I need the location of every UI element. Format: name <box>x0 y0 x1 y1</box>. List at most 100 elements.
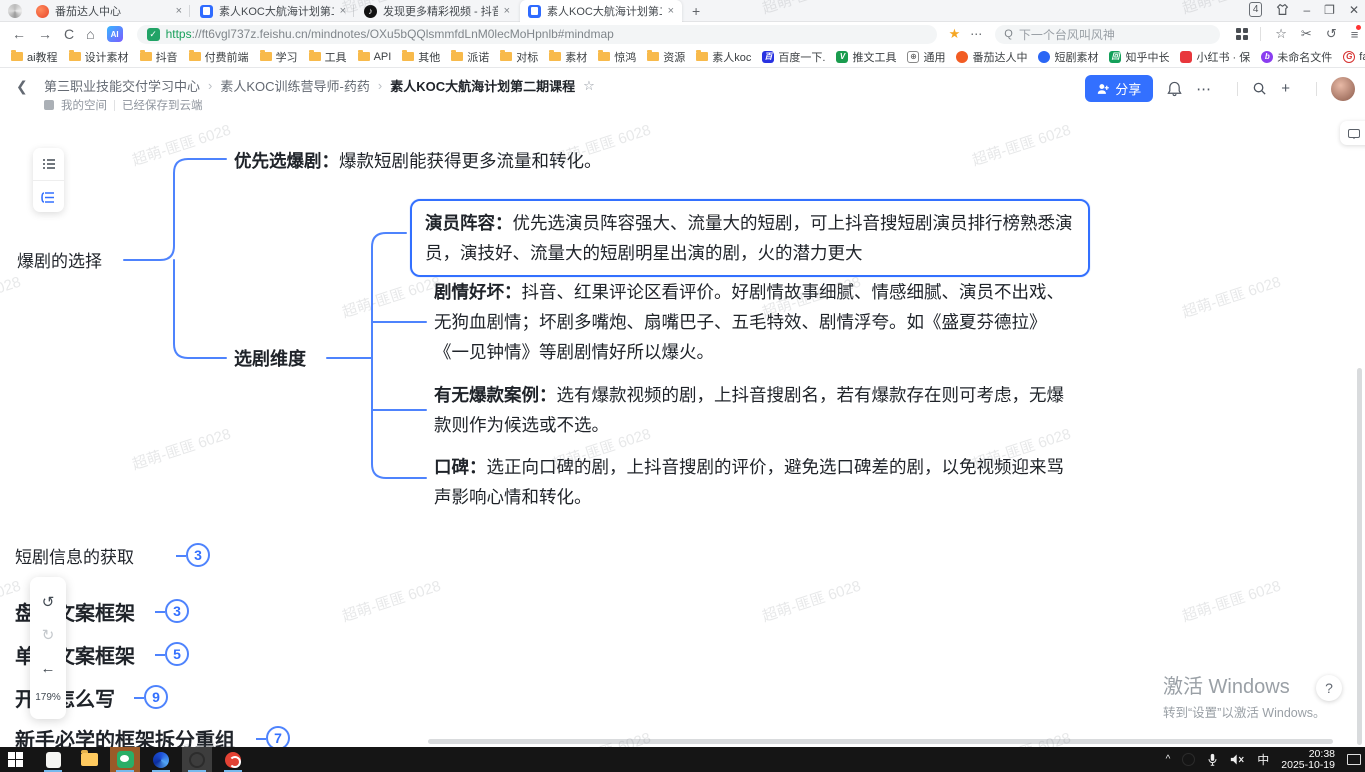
maximize-icon[interactable]: ❐ <box>1324 3 1335 17</box>
taskbar-app-quark[interactable] <box>146 747 176 772</box>
menu-icon[interactable]: ≡ <box>1351 27 1359 42</box>
action-center-icon[interactable] <box>1347 754 1361 765</box>
taskbar-app-explorer[interactable] <box>74 747 104 772</box>
undo-icon[interactable]: ↺ <box>42 593 55 611</box>
tray-expand-icon[interactable]: ^ <box>1166 754 1171 765</box>
bookmark-item[interactable]: 设计素材 <box>69 49 129 65</box>
mindmap-canvas[interactable]: 爆剧的选择 优先选爆剧：爆款短剧能获得更多流量和转化。 选剧维度 演员阵容：优先… <box>0 115 1365 747</box>
theme-shirt-icon[interactable] <box>1276 3 1289 16</box>
start-button[interactable] <box>0 747 30 772</box>
url-bar[interactable]: ✓ https://ft6vgl737z.feishu.cn/mindnotes… <box>137 25 937 44</box>
bookmark-item[interactable]: 素材 <box>549 49 587 65</box>
volume-muted-icon[interactable] <box>1230 753 1245 766</box>
node-dimension[interactable]: 选剧维度 <box>234 344 306 374</box>
taskbar-app-red[interactable] <box>218 747 248 772</box>
bookmark-item[interactable]: 番茄达人中 <box>956 49 1027 65</box>
collapse-badge[interactable]: 3 <box>165 599 189 623</box>
bookmark-item[interactable]: b未命名文件 <box>1261 49 1332 65</box>
back-chevron-icon[interactable]: ❮ <box>16 78 28 95</box>
bell-icon[interactable] <box>1167 81 1182 97</box>
avatar[interactable] <box>1331 77 1355 101</box>
node-newbie-framework[interactable]: 新手必学的框架拆分重组 <box>15 724 235 747</box>
node-info-acquire[interactable]: 短剧信息的获取 <box>15 543 134 568</box>
history-undo-icon[interactable]: ↺ <box>1326 26 1337 42</box>
bookmark-item[interactable]: 资源 <box>647 49 685 65</box>
bookmark-item[interactable]: 抖音 <box>140 49 178 65</box>
bookmark-item[interactable]: 小红书 · 保 <box>1180 49 1250 65</box>
bookmark-item[interactable]: 付费前端 <box>189 49 249 65</box>
taskbar-app-browser[interactable] <box>182 747 212 772</box>
node-plot[interactable]: 剧情好坏：抖音、红果评论区看评价。好剧情故事细腻、情感细腻、演员不出戏、无狗血剧… <box>434 277 1070 367</box>
tab-close-icon[interactable]: × <box>176 5 182 17</box>
collapse-badge[interactable]: 3 <box>186 543 210 567</box>
tab-close-icon[interactable]: × <box>668 5 674 17</box>
bookmark-item[interactable]: 惊鸿 <box>598 49 636 65</box>
new-tab-button[interactable]: + <box>692 3 700 19</box>
redo-icon[interactable]: ↻ <box>42 626 55 644</box>
bookmark-item[interactable]: 工具 <box>309 49 347 65</box>
back-to-root-icon[interactable]: ← <box>41 660 56 677</box>
browser-tab[interactable]: 素人KOC大航海计划第二期课 × <box>192 0 354 22</box>
vertical-scrollbar[interactable] <box>1357 368 1362 745</box>
bookmark-item[interactable]: 回知乎中长 <box>1109 49 1169 65</box>
node-priority[interactable]: 优先选爆剧：爆款短剧能获得更多流量和转化。 <box>234 146 602 176</box>
bookmark-item[interactable]: 素人koc <box>696 49 751 65</box>
tab-close-icon[interactable]: × <box>340 5 346 17</box>
browser-tab[interactable]: 番茄达人中心 × <box>28 0 190 22</box>
ssl-shield-icon[interactable]: ✓ <box>147 28 160 41</box>
help-button[interactable]: ? <box>1316 675 1342 701</box>
zoom-level[interactable]: 179% <box>35 692 61 703</box>
microphone-icon[interactable] <box>1207 753 1218 767</box>
close-icon[interactable]: ✕ <box>1349 3 1359 17</box>
quick-search-input[interactable]: Q 下一个台风叫风神 <box>995 25 1220 44</box>
favorites-list-icon[interactable]: ☆ <box>1275 26 1287 42</box>
taskbar-app-wechat[interactable] <box>110 747 140 772</box>
forward-icon[interactable]: → <box>38 26 52 42</box>
reload-icon[interactable]: C <box>64 26 74 42</box>
bookmark-item[interactable]: ai教程 <box>11 49 58 65</box>
tab-count-badge[interactable]: 4 <box>1249 2 1263 17</box>
node-case[interactable]: 有无爆款案例：选有爆款视频的剧，上抖音搜剧名，若有爆款存在则可考虑，无爆款则作为… <box>434 380 1070 440</box>
apps-grid-icon[interactable] <box>1236 28 1248 40</box>
browser-logo-icon[interactable] <box>8 4 22 18</box>
input-method-indicator[interactable]: 中 <box>1257 751 1269 768</box>
minimize-icon[interactable]: – <box>1303 3 1310 17</box>
browser-tab[interactable]: ♪ 发现更多精彩视频 - 抖音搜索 × <box>356 0 518 22</box>
bookmark-item[interactable]: Gfanqie-no <box>1343 51 1365 63</box>
screenshot-scissors-icon[interactable]: ✂ <box>1301 26 1312 42</box>
share-button[interactable]: 分享 <box>1085 75 1153 102</box>
bookmark-item[interactable]: API <box>358 51 392 63</box>
bookmark-item[interactable]: 百百度一下. <box>762 49 825 65</box>
breadcrumb-item[interactable]: 第三职业技能交付学习中心 <box>44 76 200 95</box>
bookmark-item[interactable]: 学习 <box>260 49 298 65</box>
back-icon[interactable]: ← <box>12 26 26 42</box>
node-root[interactable]: 爆剧的选择 <box>17 247 102 277</box>
comment-button[interactable] <box>1340 121 1365 145</box>
bookmark-item[interactable]: V推文工具 <box>836 49 896 65</box>
tray-clock[interactable]: 20:38 2025-10-19 <box>1281 749 1335 771</box>
collapse-badge[interactable]: 9 <box>144 685 168 709</box>
node-reputation[interactable]: 口碑：选正向口碑的剧，上抖音搜剧的评价，避免选口碑差的剧，以免视频迎来骂声影响心… <box>434 452 1070 512</box>
create-plus-icon[interactable]: + <box>1281 80 1290 97</box>
taskbar-app-notes[interactable] <box>38 747 68 772</box>
star-icon[interactable]: ☆ <box>583 78 595 94</box>
space-label[interactable]: 我的空间 <box>61 97 107 113</box>
outline-view-button[interactable] <box>33 148 64 180</box>
horizontal-scrollbar[interactable] <box>428 739 1333 744</box>
node-cast-selected[interactable]: 演员阵容：优先选演员阵容强大、流量大的短剧，可上抖音搜短剧演员排行榜熟悉演员，演… <box>410 199 1090 277</box>
bookmark-item[interactable]: 派诺 <box>451 49 489 65</box>
bookmark-item[interactable]: 短剧素材 <box>1038 49 1098 65</box>
home-icon[interactable]: ⌂ <box>86 26 94 42</box>
bookmark-star-icon[interactable]: ★ <box>949 26 961 42</box>
collapse-badge[interactable]: 5 <box>165 642 189 666</box>
tray-browser-icon[interactable] <box>1182 753 1195 766</box>
collapse-badge[interactable]: 7 <box>266 726 290 747</box>
browser-tab-active[interactable]: 素人KOC大航海计划第二期课 × <box>520 0 682 22</box>
ai-assistant-icon[interactable]: AI <box>107 26 123 42</box>
bookmark-item[interactable]: 其他 <box>402 49 440 65</box>
more-actions-icon[interactable]: ⋯ <box>1196 80 1211 98</box>
mindmap-view-button[interactable] <box>33 181 64 213</box>
bookmark-item[interactable]: ⊕通用 <box>907 49 945 65</box>
search-icon[interactable] <box>1252 81 1267 96</box>
more-extensions-icon[interactable]: ⋯ <box>970 27 983 41</box>
